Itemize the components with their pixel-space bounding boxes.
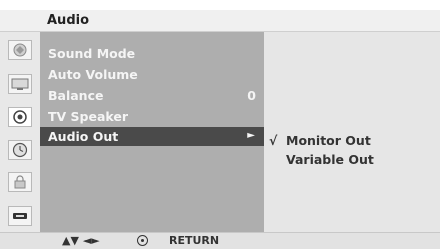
picture-icon[interactable]	[8, 40, 32, 60]
menu-item-tv-speaker[interactable]: TV Speaker	[40, 107, 264, 126]
navigation-arrows-hint: ▲▼ ◄►	[62, 234, 100, 247]
menu-item-label: TV Speaker	[48, 109, 129, 124]
submenu-item-monitor-out[interactable]: √ Monitor Out	[264, 131, 440, 150]
menu-item-label: Audio Out	[48, 129, 119, 144]
submenu-item-label: Variable Out	[286, 152, 374, 167]
menu-item-audio-out[interactable]: Audio Out ►	[40, 127, 264, 146]
lock-icon[interactable]	[8, 172, 32, 192]
submenu-item-label: Monitor Out	[286, 133, 371, 148]
input-icon[interactable]	[8, 206, 32, 226]
category-icon-column	[0, 32, 40, 232]
clock-icon[interactable]	[8, 140, 32, 160]
check-icon: √	[269, 133, 278, 148]
menu-item-label: Auto Volume	[48, 67, 138, 82]
return-hint: RETURN	[169, 234, 220, 247]
ok-button-icon	[137, 235, 148, 246]
tv-osd-menu: Audio Sound Mode Auto Volume Balance 0 T…	[0, 0, 440, 249]
menu-title: Audio	[47, 13, 90, 28]
submenu-item-variable-out[interactable]: Variable Out	[264, 150, 440, 169]
balance-value: 0	[247, 88, 256, 103]
menu-item-auto-volume[interactable]: Auto Volume	[40, 65, 264, 84]
submenu-arrow-icon: ►	[247, 130, 255, 141]
menu-item-balance[interactable]: Balance 0	[40, 86, 264, 105]
menu-item-label: Balance	[48, 88, 104, 103]
screen-icon[interactable]	[8, 74, 32, 94]
menu-item-label: Sound Mode	[48, 46, 136, 61]
menu-item-sound-mode[interactable]: Sound Mode	[40, 44, 264, 63]
speaker-icon[interactable]	[8, 107, 32, 127]
